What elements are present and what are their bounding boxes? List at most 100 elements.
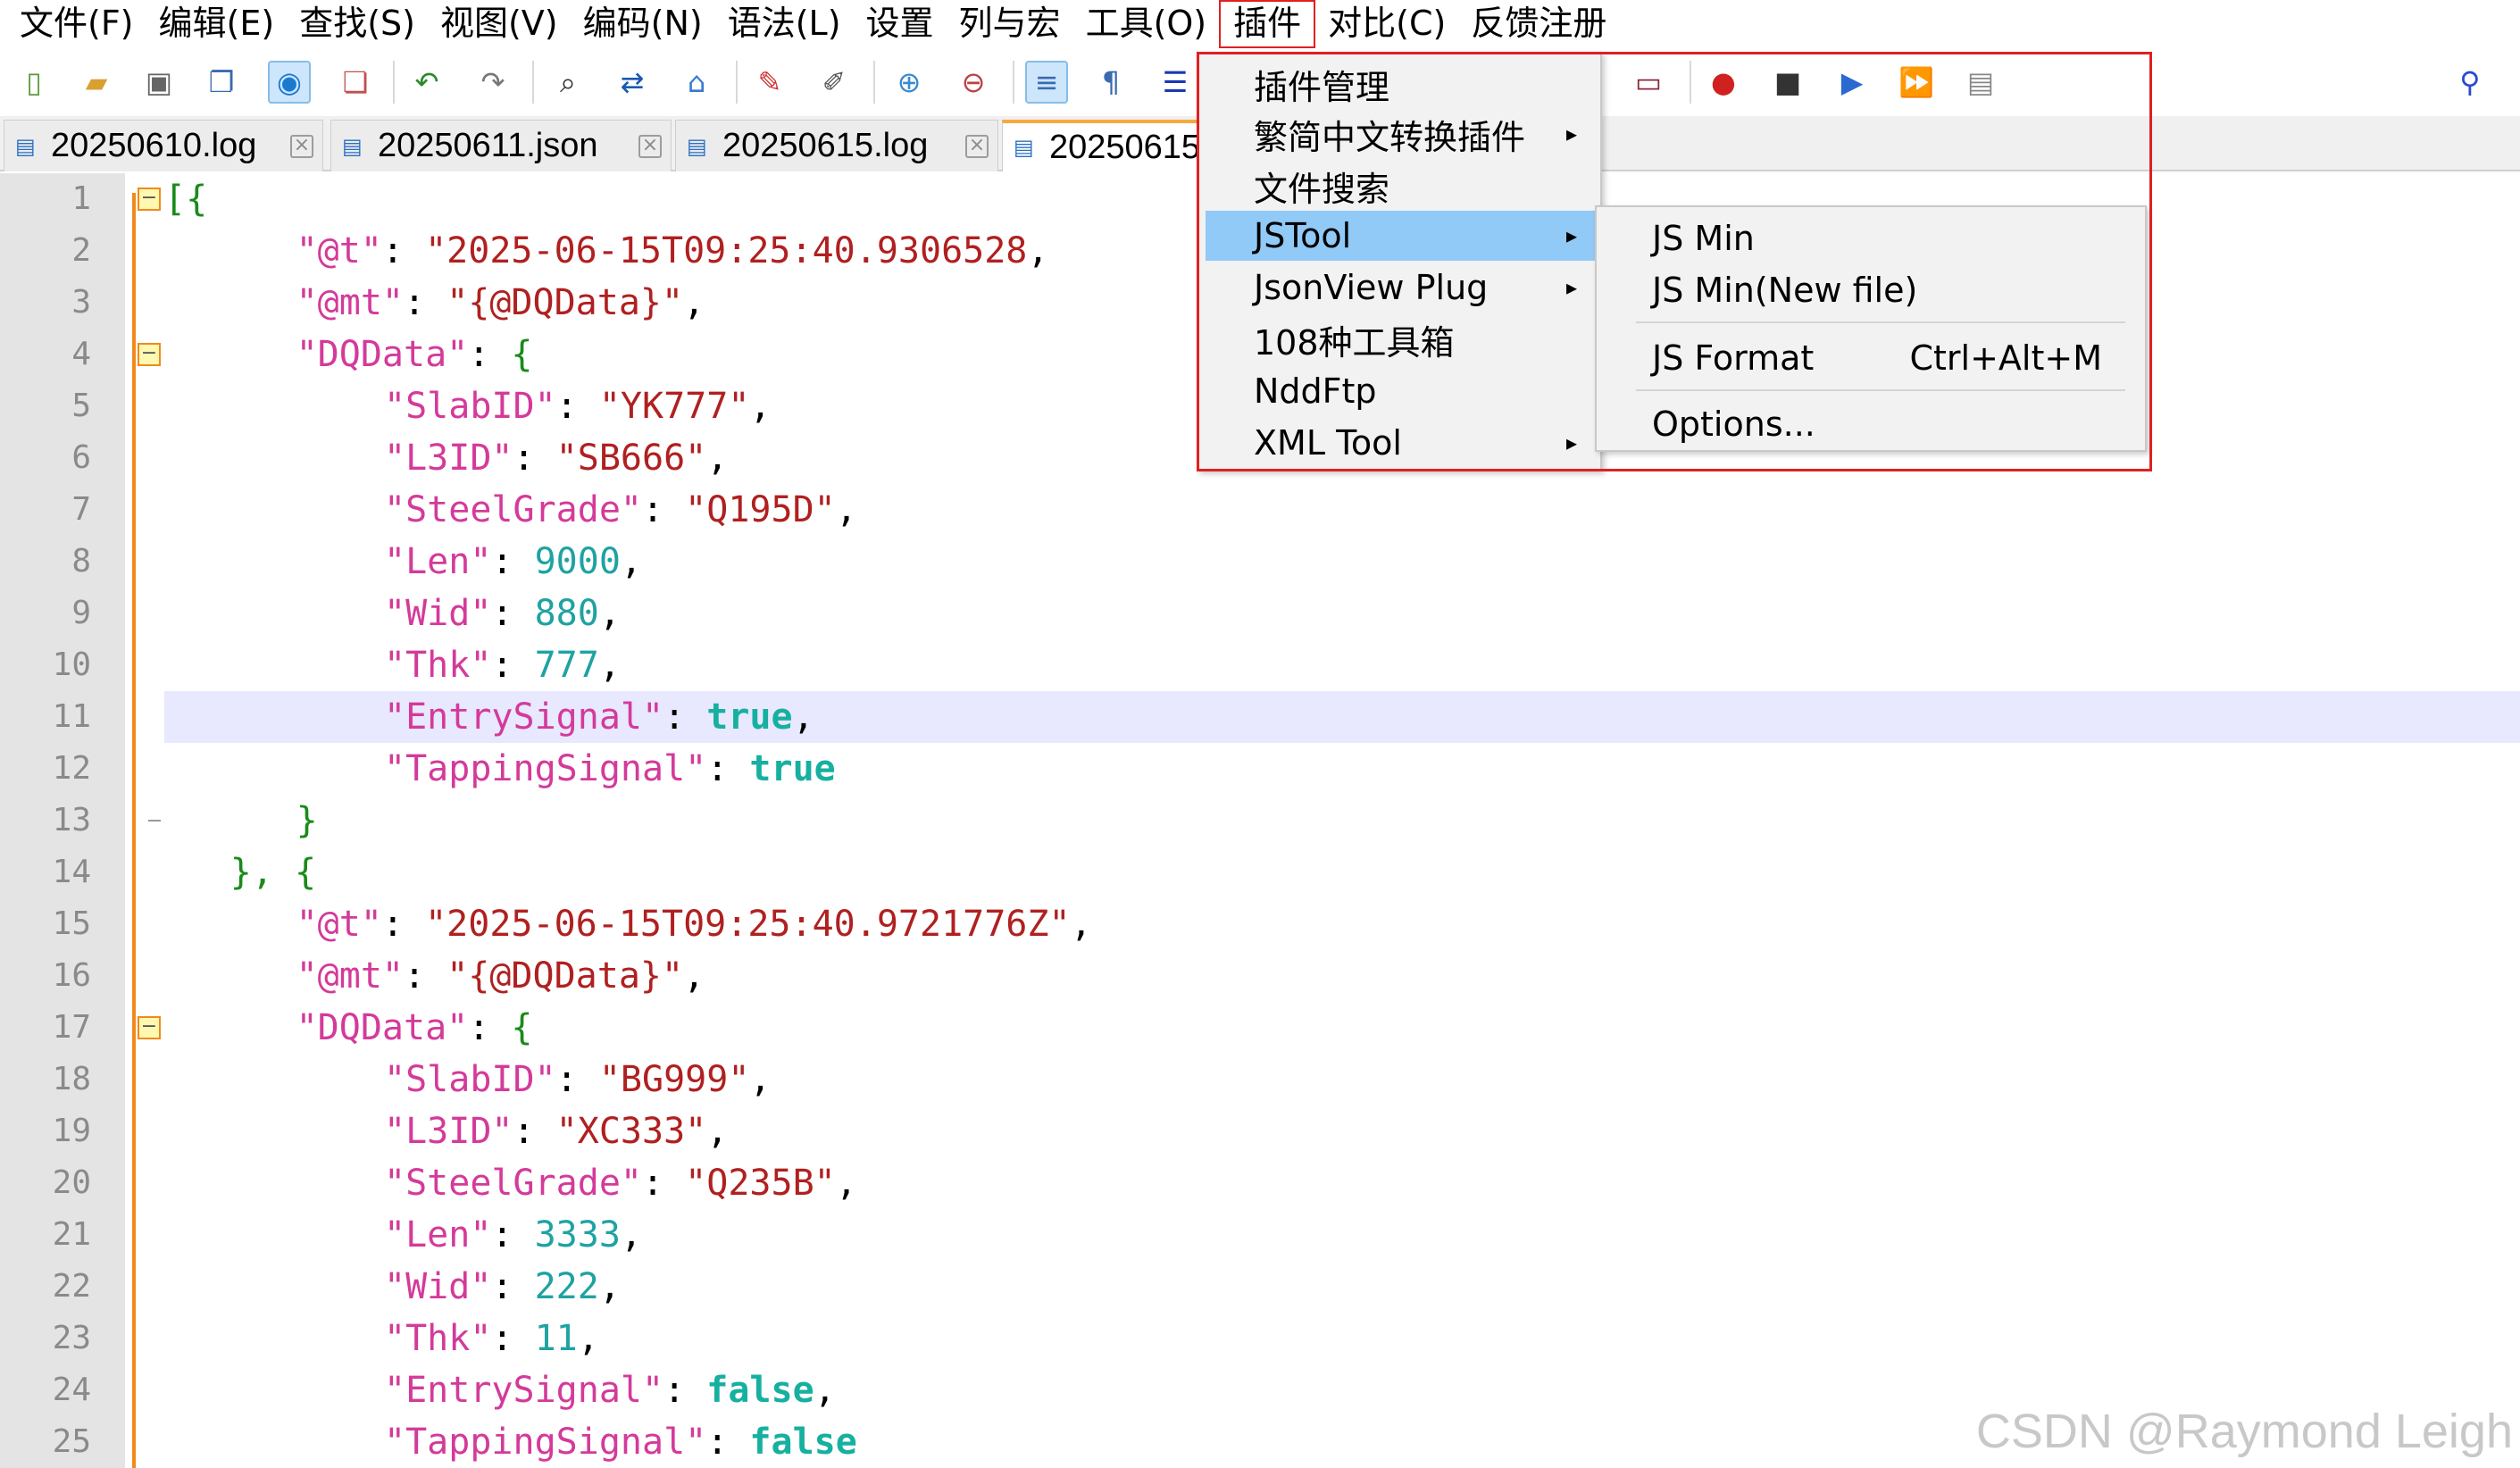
menu-feedback[interactable]: 反馈注册 [1458,0,1619,48]
fold-toggle-icon[interactable]: − [138,343,161,366]
punctuation: : [491,1214,535,1255]
punctuation: : [706,1422,750,1463]
code-line: "SlabID": "BG999", [164,1054,772,1105]
menu-item-cn-converter[interactable]: 繁简中文转换插件 ▸ [1206,109,1595,159]
close-tab-icon[interactable]: × [290,135,313,158]
line-number: 3 [71,284,91,321]
menu-plugins[interactable]: 插件 [1219,0,1316,48]
save-macro-icon[interactable]: ▤ [1959,61,2002,104]
punctuation: , [598,1266,621,1307]
line-number: 10 [52,646,91,683]
menu-item-options[interactable]: Options... [1600,398,2141,450]
punctuation: : [381,904,426,945]
menu-item-label: XML Tool [1254,423,1402,463]
plugins-dropdown-menu: 插件管理 繁简中文转换插件 ▸ 文件搜索 JSTool ▸ JsonView Plu… [1197,52,1602,471]
run-macro-multiple-icon[interactable]: ⏩ [1895,61,1938,104]
toolbar-separator [532,61,534,104]
menu-item-js-min-new-file[interactable]: JS Min(New file) [1600,264,2141,316]
tab-label: 20250610.log [51,127,257,164]
save-all-icon[interactable]: ❐ [200,61,243,104]
menu-item-file-search[interactable]: 文件搜索 [1206,161,1595,211]
code-line: "TappingSignal": true [164,743,836,795]
tab-20250611-json[interactable]: ▤ 20250611.json × [330,120,672,171]
toolbar-separator [873,61,875,104]
zoom-in-icon[interactable]: ⊕ [888,61,930,104]
new-file-icon[interactable]: ▯ [13,61,55,104]
punctuation: , [1070,904,1092,945]
stop-macro-icon[interactable]: ■ [1766,61,1809,104]
submenu-arrow-icon: ▸ [1565,275,1577,300]
punctuation: , [683,955,705,997]
menu-language[interactable]: 语法(L) [715,0,854,48]
undo-icon[interactable]: ↶ [405,61,448,104]
menu-compare[interactable]: 对比(C) [1315,0,1458,48]
json-value: 880 [534,593,599,634]
file-icon: ▤ [687,133,707,159]
fold-toggle-icon[interactable]: − [138,1016,161,1039]
pin-icon[interactable]: ⚲ [2449,61,2491,104]
json-key: "L3ID" [384,1111,513,1152]
json-key: "@mt" [296,955,405,997]
line-number: 19 [52,1113,91,1149]
menu-item-js-min[interactable]: JS Min [1600,213,2141,264]
punctuation: , [749,386,772,427]
json-value: "2025-06-15T09:25:40.9306528 [425,230,1028,271]
punctuation: : [381,230,426,271]
menu-item-jsonview[interactable]: JsonView Plug ▸ [1206,263,1595,313]
show-symbols-icon[interactable]: ¶ [1089,61,1132,104]
code-line: "L3ID": "XC333", [164,1105,728,1157]
eraser-icon[interactable]: ✐ [813,61,855,104]
menu-item-label: 繁简中文转换插件 [1254,117,1526,157]
menu-item-label: Options... [1652,405,1815,444]
marker-icon[interactable]: ✎ [748,61,791,104]
tab-label: 20250611.json [378,127,598,164]
fold-line [132,193,136,1468]
menu-macro[interactable]: 列与宏 [947,0,1073,48]
close-icon[interactable]: ◉ [268,61,311,104]
code-line: "Wid": 222, [164,1261,621,1313]
tab-20250610-log[interactable]: ▤ 20250610.log × [4,120,323,171]
json-value: 777 [534,645,599,686]
punctuation: , [620,541,643,582]
word-wrap-icon[interactable]: ≡ [1025,61,1068,104]
menu-encoding[interactable]: 编码(N) [571,0,715,48]
close-tab-icon[interactable]: × [638,135,662,158]
menu-settings[interactable]: 设置 [854,0,947,48]
bookmark-icon[interactable]: ⌂ [675,61,718,104]
menu-item-toolbox[interactable]: 108种工具箱 [1206,314,1595,364]
line-number: 11 [52,698,91,735]
replace-icon[interactable]: ⇄ [611,61,654,104]
find-icon[interactable]: ⌕ [547,61,589,104]
menu-item-nddftp[interactable]: NddFtp [1206,366,1595,416]
close-tab-icon[interactable]: × [965,135,989,158]
code-line: "DQData": { [164,1002,533,1054]
file-icon: ▤ [15,133,36,159]
tab-20250615-log[interactable]: ▤ 20250615.log × [675,120,998,171]
json-key: "@t" [296,230,382,271]
open-file-icon[interactable]: ▰ [75,61,118,104]
play-macro-icon[interactable]: ▶ [1831,61,1873,104]
json-key: "TappingSignal" [384,1422,707,1463]
menu-file[interactable]: 文件(F) [7,0,146,48]
code-bracket: }, { [229,852,317,893]
menu-item-xml-tool[interactable]: XML Tool ▸ [1206,418,1595,468]
save-icon[interactable]: ▣ [138,61,180,104]
menu-item-plugin-manager[interactable]: 插件管理 [1206,59,1595,109]
menu-item-js-format[interactable]: JS Format Ctrl+Alt+M [1600,332,2141,384]
indent-guide-icon[interactable]: ☰ [1154,61,1197,104]
menu-view[interactable]: 视图(V) [428,0,571,48]
json-value: "XC333" [555,1111,707,1152]
menu-edit[interactable]: 编辑(E) [146,0,288,48]
record-macro-icon[interactable]: ● [1702,61,1745,104]
punctuation: , [792,696,814,738]
monitor-icon[interactable]: ▭ [1627,61,1670,104]
menu-tools[interactable]: 工具(O) [1073,0,1220,48]
fold-toggle-icon[interactable]: − [138,188,161,211]
zoom-out-icon[interactable]: ⊖ [952,61,995,104]
close-all-icon[interactable]: ❏ [334,61,377,104]
menu-search[interactable]: 查找(S) [287,0,428,48]
menu-item-jstool[interactable]: JSTool ▸ [1206,211,1595,261]
tab-20250615-active[interactable]: ▤ 20250615 [1002,120,1216,171]
file-icon: ▤ [1014,135,1034,160]
redo-icon[interactable]: ↷ [471,61,514,104]
